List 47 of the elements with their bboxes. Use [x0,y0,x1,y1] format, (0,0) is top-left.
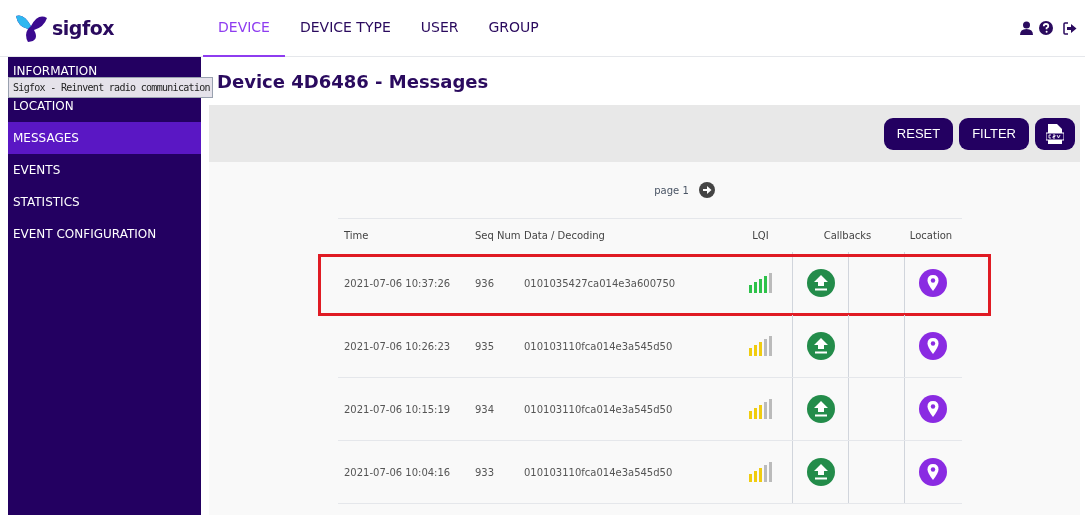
upload-icon[interactable] [806,395,835,423]
csv-export-button[interactable] [1035,117,1075,150]
table-cell: 936 [475,277,495,289]
help-icon[interactable] [1039,21,1053,35]
toolbar-button[interactable]: RESET [883,117,954,150]
table-cell: 010103110fca014e3a545d50 [524,466,673,478]
tooltip: Sigfox - Reinvent radio communication [8,77,213,98]
page-label: page 1 [654,183,689,198]
table-cell: 2021-07-06 10:15:19 [344,403,451,415]
column-header: Seq Num [474,229,522,243]
nav-tab[interactable]: DEVICE TYPE [284,0,406,57]
sidebar-item[interactable]: STATISTICS [8,186,201,218]
page-title: Device 4D6486 - Messages [216,69,490,94]
nav-tab[interactable]: DEVICE [203,0,285,57]
column-header: Location [908,229,954,243]
nav-tab[interactable]: USER [405,0,474,57]
column-header: LQI [751,229,770,243]
user-icon[interactable] [1020,21,1033,35]
table-cell: 935 [475,340,495,352]
csv-file-icon [1046,123,1064,144]
sidebar-item[interactable]: MESSAGES [8,122,201,154]
table-cell: 010103110fca014e3a545d50 [524,340,673,352]
table-cell: 933 [475,466,495,478]
location-pin-icon[interactable] [918,269,947,297]
column-header: Callbacks [822,229,873,243]
logout-icon[interactable] [1063,21,1077,35]
column-header: Data / Decoding [524,229,606,243]
location-pin-icon[interactable] [918,395,947,423]
table-cell: 010103110fca014e3a545d50 [524,403,673,415]
butterfly-logo-icon [14,13,48,43]
toolbar-button[interactable]: FILTER [959,117,1029,150]
upload-icon[interactable] [806,458,835,486]
sidebar-item[interactable]: EVENTS [8,154,201,186]
table-cell: 0101035427ca014e3a600750 [524,277,676,289]
brand-name: sigfox [52,15,115,41]
upload-icon[interactable] [806,269,835,297]
nav-tab[interactable]: GROUP [473,0,554,57]
column-header: Time [343,229,370,243]
table-cell: 2021-07-06 10:37:26 [344,277,451,289]
next-page-icon[interactable] [698,182,715,198]
sidebar-item[interactable]: EVENT CONFIGURATION [8,218,201,250]
location-pin-icon[interactable] [918,458,947,486]
table-cell: 2021-07-06 10:04:16 [344,466,451,478]
location-pin-icon[interactable] [918,332,947,360]
table-cell: 2021-07-06 10:26:23 [344,340,451,352]
table-cell: 934 [475,403,495,415]
upload-icon[interactable] [806,332,835,360]
